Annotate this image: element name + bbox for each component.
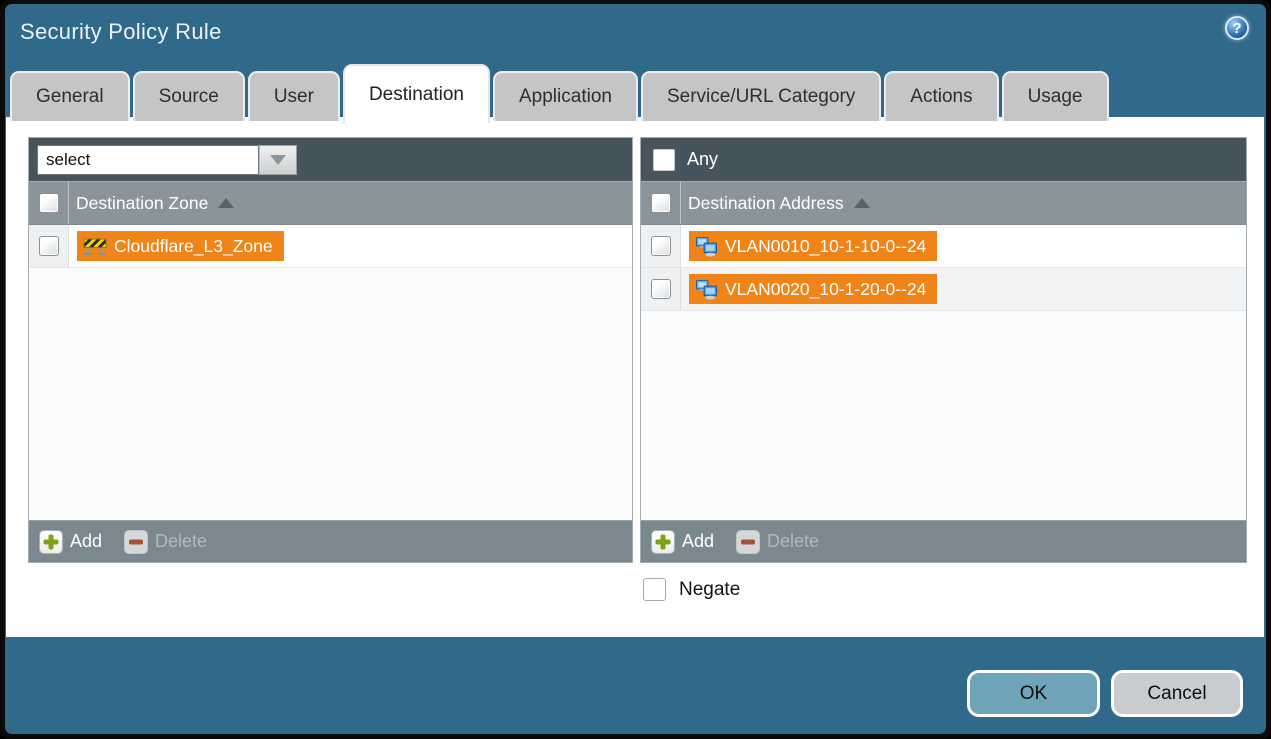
zone-toolbar: Add Delete: [29, 520, 632, 562]
address-item[interactable]: VLAN0010_10-1-10-0--24: [689, 231, 937, 261]
add-plus-icon: [651, 530, 675, 554]
address-table-header: Destination Address: [641, 181, 1246, 225]
sort-ascending-icon: [218, 198, 234, 208]
security-policy-rule-dialog: Security Policy Rule ? General Source Us…: [0, 0, 1271, 739]
zone-item[interactable]: Cloudflare_L3_Zone: [77, 231, 284, 261]
zone-selector-bar: select: [29, 138, 632, 181]
tab-destination[interactable]: Destination: [343, 64, 490, 123]
add-plus-icon: [39, 530, 63, 554]
table-row[interactable]: Cloudflare_L3_Zone: [29, 225, 632, 268]
address-select-all-checkbox[interactable]: [651, 193, 671, 213]
tab-content-destination: select Destination Zone: [6, 117, 1264, 637]
address-icon: [695, 279, 718, 300]
address-column-header[interactable]: Destination Address: [688, 193, 870, 214]
zone-select-all-checkbox[interactable]: [39, 193, 59, 213]
cancel-button[interactable]: Cancel: [1111, 670, 1243, 717]
tab-user[interactable]: User: [248, 71, 340, 121]
address-row-checkbox[interactable]: [651, 279, 671, 299]
table-row[interactable]: VLAN0010_10-1-10-0--24: [641, 225, 1246, 268]
address-any-bar: Any: [641, 138, 1246, 181]
zone-column-header[interactable]: Destination Zone: [76, 193, 234, 214]
zone-add-button[interactable]: Add: [39, 530, 102, 554]
chevron-down-icon: [270, 155, 286, 165]
tab-source[interactable]: Source: [133, 71, 245, 121]
zone-table-header: Destination Zone: [29, 181, 632, 225]
zone-type-select-arrow[interactable]: [259, 145, 297, 175]
address-row-checkbox[interactable]: [651, 236, 671, 256]
address-icon: [695, 236, 718, 257]
delete-minus-icon: [736, 530, 760, 554]
tab-usage[interactable]: Usage: [1002, 71, 1109, 121]
tab-application[interactable]: Application: [493, 71, 638, 121]
zone-delete-button[interactable]: Delete: [124, 530, 207, 554]
address-item-label: VLAN0020_10-1-20-0--24: [725, 279, 926, 300]
ok-button[interactable]: OK: [967, 670, 1100, 717]
tab-general[interactable]: General: [10, 71, 130, 121]
delete-minus-icon: [124, 530, 148, 554]
dialog-title: Security Policy Rule: [20, 19, 222, 45]
address-table-body: VLAN0010_10-1-10-0--24: [641, 225, 1246, 520]
sort-ascending-icon: [854, 198, 870, 208]
negate-control: Negate: [643, 578, 740, 601]
address-toolbar: Add Delete: [641, 520, 1246, 562]
tab-service-url-category[interactable]: Service/URL Category: [641, 71, 881, 121]
zone-row-checkbox[interactable]: [39, 236, 59, 256]
tab-bar: General Source User Destination Applicat…: [10, 62, 1109, 121]
address-item-label: VLAN0010_10-1-10-0--24: [725, 236, 926, 257]
zone-type-select[interactable]: select: [37, 145, 259, 175]
any-label: Any: [687, 149, 718, 170]
table-row[interactable]: VLAN0020_10-1-20-0--24: [641, 268, 1246, 311]
zone-table-body: Cloudflare_L3_Zone: [29, 225, 632, 520]
zone-item-label: Cloudflare_L3_Zone: [114, 236, 273, 257]
negate-label: Negate: [679, 579, 740, 601]
tab-actions[interactable]: Actions: [884, 71, 998, 121]
any-checkbox[interactable]: [653, 149, 675, 171]
help-icon[interactable]: ?: [1225, 16, 1249, 40]
address-delete-button[interactable]: Delete: [736, 530, 819, 554]
destination-address-panel: Any Destination Address: [640, 137, 1247, 563]
zone-icon: [83, 236, 107, 256]
dialog-chrome: Security Policy Rule ? General Source Us…: [5, 4, 1266, 734]
negate-checkbox[interactable]: [643, 578, 666, 601]
address-add-button[interactable]: Add: [651, 530, 714, 554]
address-item[interactable]: VLAN0020_10-1-20-0--24: [689, 274, 937, 304]
destination-zone-panel: select Destination Zone: [28, 137, 633, 563]
